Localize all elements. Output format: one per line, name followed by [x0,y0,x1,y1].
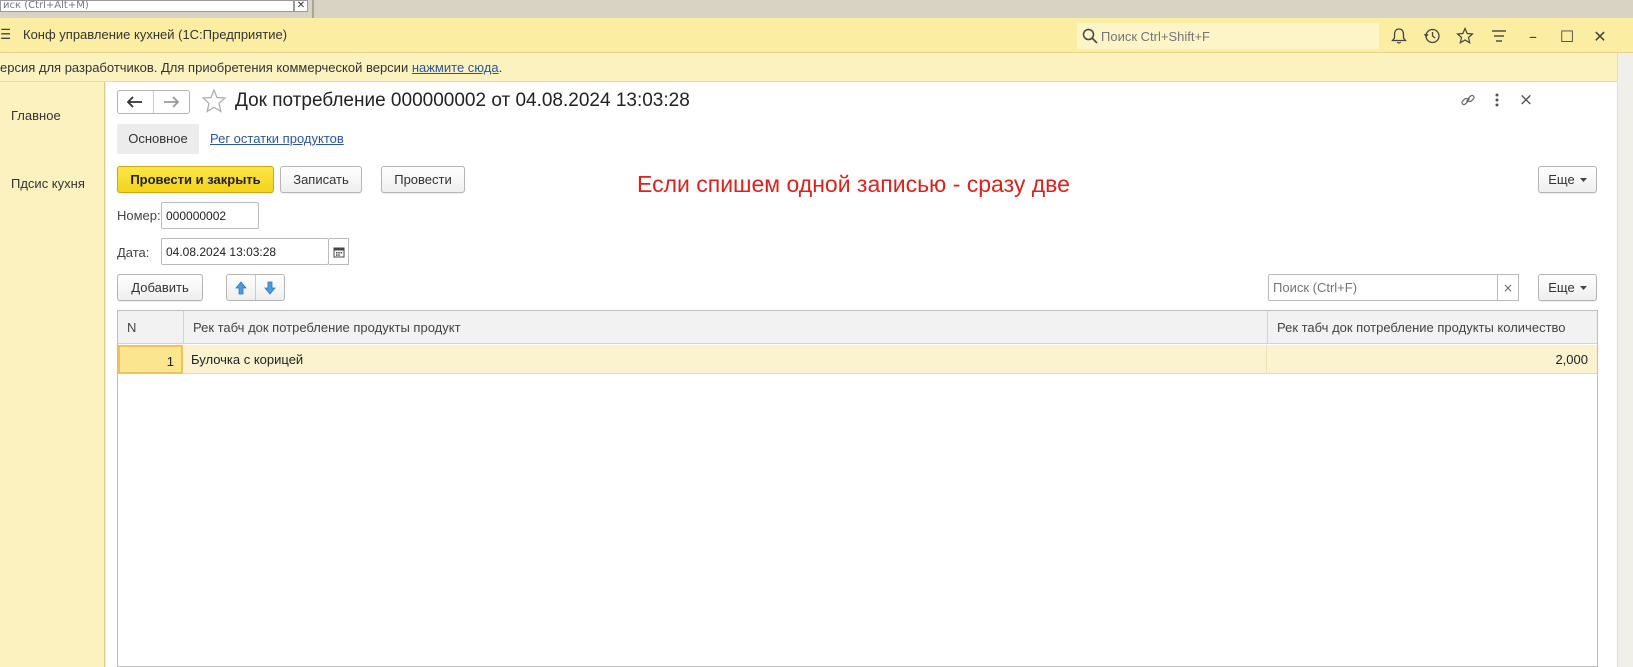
link-icon[interactable] [1458,90,1478,110]
table-search-input[interactable] [1268,274,1498,301]
search-icon [1082,28,1098,44]
table-header: N Рек табч док потребление продукты прод… [118,311,1597,344]
background-search-input[interactable]: иск (Ctrl+Alt+M) [0,0,294,12]
table-search-clear-icon[interactable]: × [1498,274,1519,301]
move-row-buttons [226,274,285,301]
cell-product[interactable]: Булочка с корицей [183,345,1267,374]
menu-icon[interactable]: ☰ [0,27,10,43]
sidebar: Главное Пдсис кухня [0,82,105,667]
column-header-product[interactable]: Рек табч док потребление продукты продук… [184,311,1268,344]
document-form: Док потребление 000000002 от 04.08.2024 … [106,82,1617,667]
sidebar-item-kitchen[interactable]: Пдсис кухня [11,176,85,191]
app-title: Конф управление кухней (1С:Предприятие) [23,27,288,42]
tab-register-balances[interactable]: Рег остатки продуктов [210,131,344,146]
navigation-buttons [117,90,190,114]
more-button[interactable]: Еще [1538,166,1597,193]
products-table[interactable]: N Рек табч док потребление продукты прод… [117,310,1598,667]
divider [312,0,314,18]
close-icon[interactable]: ✕ [1589,25,1611,47]
arrow-up-icon [234,280,247,294]
maximize-icon[interactable]: ☐ [1556,25,1578,47]
add-row-button[interactable]: Добавить [117,274,203,301]
table-row[interactable]: 1 Булочка с корицей 2,000 [118,345,1597,374]
notice-suffix: . [498,60,503,75]
notice-text: ерсия для разработчиков. Для приобретени… [0,60,412,75]
chevron-down-icon [1579,177,1587,182]
tab-main[interactable]: Основное [117,124,199,154]
column-header-n[interactable]: N [118,311,184,344]
background-window-strip: иск (Ctrl+Alt+M) ✕ [0,0,1633,18]
column-header-quantity[interactable]: Рек табч док потребление продукты количе… [1268,311,1597,344]
star-icon[interactable] [1454,25,1476,47]
background-close-icon[interactable]: ✕ [294,0,308,12]
bell-icon[interactable] [1388,25,1410,47]
post-button[interactable]: Провести [381,166,465,193]
more-vertical-icon[interactable] [1487,90,1507,110]
title-bar: ☰ Конф управление кухней (1С:Предприятие… [0,18,1633,53]
arrow-down-icon [263,281,276,295]
forward-button[interactable] [154,91,190,113]
arrow-left-icon [127,96,143,108]
filter-menu-icon[interactable] [1488,25,1510,47]
cell-quantity[interactable]: 2,000 [1267,345,1595,374]
save-button[interactable]: Записать [280,166,362,193]
favorite-star-icon[interactable] [201,88,227,114]
table-more-label: Еще [1548,280,1575,295]
history-icon[interactable] [1421,25,1443,47]
chevron-down-icon [1579,285,1587,290]
red-annotation-text: Если спишем одной записью - сразу две [637,171,1070,197]
document-title: Док потребление 000000002 от 04.08.2024 … [235,90,690,111]
post-and-close-button[interactable]: Провести и закрыть [117,166,274,193]
minimize-icon[interactable]: – [1522,25,1544,47]
document-close-icon[interactable]: × [1516,90,1536,110]
global-search[interactable] [1077,23,1379,49]
move-up-button[interactable] [227,275,256,300]
global-search-input[interactable] [1099,26,1369,46]
back-button[interactable] [118,91,154,113]
developer-version-notice: ерсия для разработчиков. Для приобретени… [0,53,1633,82]
more-button-label: Еще [1548,172,1575,187]
move-down-button[interactable] [256,275,284,300]
right-scroll-strip [1617,53,1633,667]
cell-n[interactable]: 1 [118,345,183,374]
date-field[interactable] [161,238,329,265]
table-more-button[interactable]: Еще [1538,274,1597,301]
date-label: Дата: [117,245,150,260]
arrow-right-icon [164,96,180,108]
sidebar-item-main[interactable]: Главное [11,108,61,123]
number-field[interactable] [161,202,259,229]
notice-link[interactable]: нажмите сюда [412,60,499,75]
calendar-icon[interactable] [329,238,349,265]
number-label: Номер: [117,208,161,223]
